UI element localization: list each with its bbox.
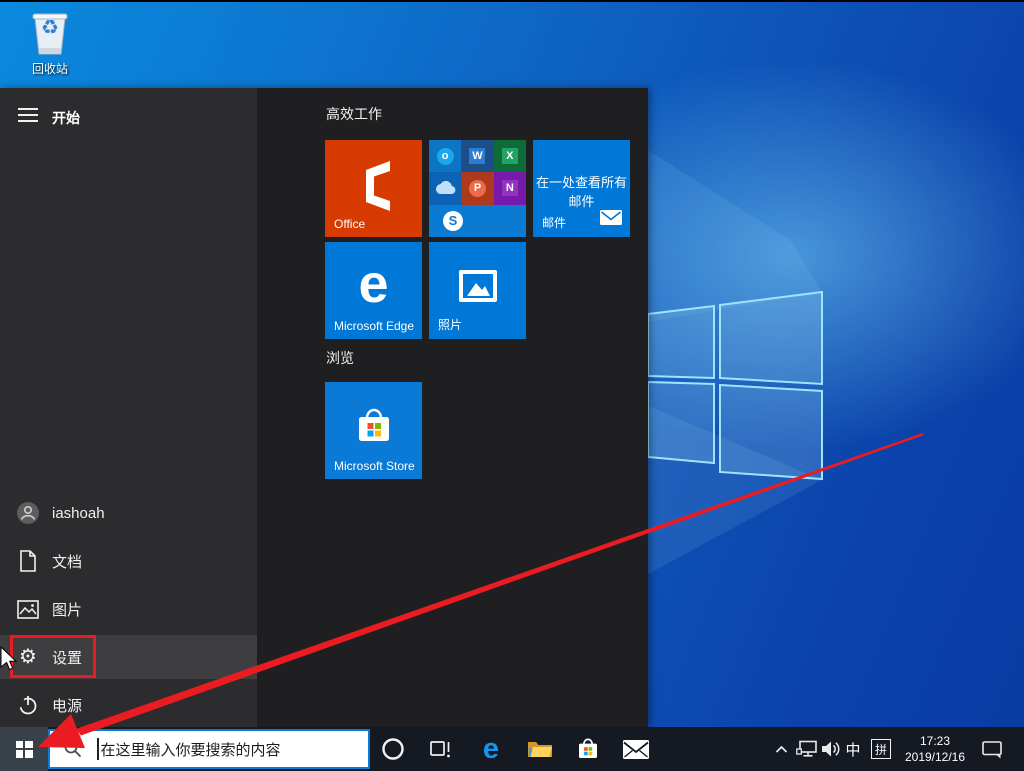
recycle-bin-icon: ♻ bbox=[27, 8, 73, 58]
tile-photos-label: 照片 bbox=[438, 316, 462, 333]
power-icon bbox=[16, 693, 40, 717]
start-button[interactable] bbox=[0, 727, 48, 771]
start-menu: 开始 iashoah 文档 图片 ⚙ 设 bbox=[0, 88, 648, 727]
desktop-screen: ♻ 回收站 开始 iashoah 文档 bbox=[0, 0, 1024, 771]
taskbar-clock[interactable]: 17:23 2019/12/16 bbox=[903, 727, 967, 771]
mail-taskbar-button[interactable] bbox=[613, 727, 659, 771]
ime-mode-label: 拼 bbox=[871, 739, 891, 759]
user-name-label: iashoah bbox=[52, 505, 105, 522]
tile-photos[interactable]: 照片 bbox=[429, 242, 526, 339]
powerpoint-icon[interactable]: P bbox=[461, 172, 493, 204]
task-view-button[interactable] bbox=[418, 727, 464, 771]
file-explorer-button[interactable] bbox=[517, 727, 563, 771]
rail-item-pictures[interactable]: 图片 bbox=[0, 587, 257, 631]
store-taskbar-button[interactable] bbox=[565, 727, 611, 771]
outlook-icon[interactable]: o bbox=[429, 140, 461, 172]
photos-icon bbox=[459, 270, 497, 302]
skype-icon[interactable]: S bbox=[429, 205, 526, 237]
network-icon bbox=[796, 740, 818, 758]
action-center-button[interactable] bbox=[972, 727, 1012, 771]
task-view-icon bbox=[429, 738, 453, 760]
start-menu-left-rail: 开始 iashoah 文档 图片 ⚙ 设 bbox=[0, 88, 257, 727]
mail-tile-caption: 邮件 bbox=[542, 214, 566, 231]
action-center-icon bbox=[982, 740, 1003, 759]
cortana-icon bbox=[381, 737, 405, 761]
ime-mode-indicator[interactable]: 拼 bbox=[864, 727, 898, 771]
clock-time: 17:23 bbox=[920, 733, 950, 749]
edge-icon: e bbox=[483, 735, 499, 764]
store-icon bbox=[576, 736, 600, 762]
tile-edge[interactable]: e Microsoft Edge bbox=[325, 242, 422, 339]
recycle-bin-shortcut[interactable]: ♻ 回收站 bbox=[12, 8, 88, 77]
search-placeholder: 在这里输入你要搜索的内容 bbox=[101, 739, 281, 760]
hamburger-menu-icon[interactable] bbox=[18, 108, 38, 124]
tile-edge-label: Microsoft Edge bbox=[334, 319, 414, 333]
user-avatar bbox=[16, 501, 40, 525]
rail-item-user[interactable]: iashoah bbox=[0, 491, 257, 535]
mail-tile-line1: 在一处查看所有 bbox=[533, 174, 630, 193]
start-menu-tiles-pane: 高效工作 Office o W X P N S bbox=[257, 88, 648, 727]
tile-group-title-productivity: 高效工作 bbox=[326, 104, 382, 124]
ime-language-label: 中 bbox=[845, 739, 860, 760]
document-icon bbox=[16, 549, 40, 573]
tile-store[interactable]: Microsoft Store bbox=[325, 382, 422, 479]
documents-label: 文档 bbox=[52, 551, 82, 572]
rail-item-documents[interactable]: 文档 bbox=[0, 539, 257, 583]
tile-office[interactable]: Office bbox=[325, 140, 422, 237]
tile-office-suite[interactable]: o W X P N S bbox=[429, 140, 526, 237]
text-cursor bbox=[97, 738, 99, 760]
tile-group-title-browse: 浏览 bbox=[326, 348, 354, 368]
start-menu-title: 开始 bbox=[52, 108, 80, 128]
store-bag-icon bbox=[354, 405, 394, 447]
mail-envelope-icon bbox=[600, 210, 622, 230]
clock-date: 2019/12/16 bbox=[905, 749, 965, 765]
edge-logo-icon: e bbox=[358, 253, 388, 315]
edge-taskbar-button[interactable]: e bbox=[468, 727, 514, 771]
file-explorer-icon bbox=[527, 739, 553, 760]
windows-logo-icon bbox=[16, 741, 33, 758]
pictures-label: 图片 bbox=[52, 599, 82, 620]
word-icon[interactable]: W bbox=[461, 140, 493, 172]
gear-icon: ⚙ bbox=[16, 645, 40, 669]
onedrive-icon[interactable] bbox=[429, 172, 461, 204]
tile-office-label: Office bbox=[334, 217, 365, 231]
office-logo-icon bbox=[352, 156, 396, 214]
mail-icon bbox=[623, 740, 649, 759]
taskbar: 在这里输入你要搜索的内容 e bbox=[0, 727, 1024, 771]
power-label: 电源 bbox=[52, 695, 82, 716]
recycle-symbol-icon: ♻ bbox=[27, 15, 73, 40]
onenote-icon[interactable]: N bbox=[494, 172, 526, 204]
taskbar-search-input[interactable]: 在这里输入你要搜索的内容 bbox=[48, 729, 370, 769]
chevron-up-icon bbox=[775, 745, 788, 754]
pictures-icon bbox=[16, 597, 40, 621]
search-icon bbox=[63, 739, 83, 759]
tile-mail[interactable]: 在一处查看所有 邮件 邮件 bbox=[533, 140, 630, 237]
mail-tile-line2: 邮件 bbox=[533, 193, 630, 212]
recycle-bin-label: 回收站 bbox=[12, 60, 88, 77]
settings-label: 设置 bbox=[52, 647, 82, 668]
rail-item-settings[interactable]: ⚙ 设置 bbox=[0, 635, 257, 679]
rail-item-power[interactable]: 电源 bbox=[0, 683, 257, 727]
excel-icon[interactable]: X bbox=[494, 140, 526, 172]
cortana-button[interactable] bbox=[370, 727, 416, 771]
tile-store-label: Microsoft Store bbox=[334, 459, 415, 473]
